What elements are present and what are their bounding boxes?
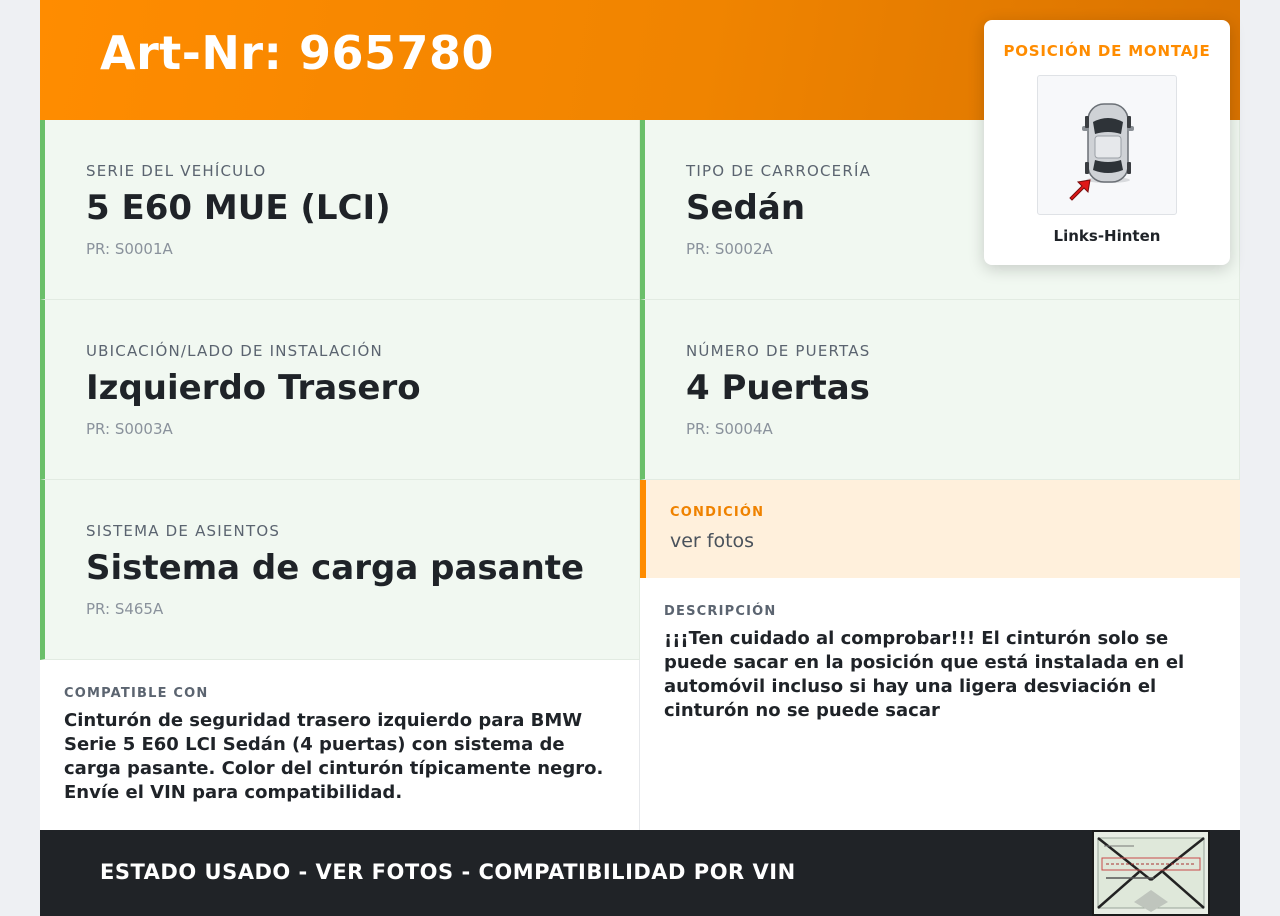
mounting-title: POSICIÓN DE MONTAJE: [1003, 42, 1211, 60]
mounting-position-value: Links-Hinten: [1053, 227, 1161, 245]
spec-label: UBICACIÓN/LADO DE INSTALACIÓN: [86, 342, 383, 360]
spec-label: SISTEMA DE ASIENTOS: [86, 522, 281, 540]
condition-label: CONDICIÓN: [670, 505, 765, 520]
spec-value: Sistema de carga pasante: [86, 548, 585, 588]
spec-value: 4 Puertas: [686, 368, 870, 408]
footer-bar: ESTADO USADO - VER FOTOS - COMPATIBILIDA…: [40, 830, 1240, 916]
spec-install-side: UBICACIÓN/LADO DE INSTALACIÓN Izquierdo …: [40, 300, 640, 480]
spec-pr-code: PR: S0001A: [86, 240, 173, 258]
car-top-view-icon: [1069, 103, 1134, 201]
spec-value: Izquierdo Trasero: [86, 368, 421, 408]
description-label: DESCRIPCIÓN: [664, 604, 777, 619]
compatible-text: Cinturón de seguridad trasero izquierdo …: [64, 710, 604, 803]
spec-pr-code: PR: S0003A: [86, 420, 173, 438]
compatible-label: COMPATIBLE CON: [64, 686, 209, 701]
description-section: DESCRIPCIÓN ¡¡¡Ten cuidado al comprobar!…: [640, 578, 1240, 830]
description-text: ¡¡¡Ten cuidado al comprobar!!! El cintur…: [664, 628, 1185, 721]
compatible-section: COMPATIBLE CON Cinturón de seguridad tra…: [40, 660, 640, 830]
spec-door-count: NÚMERO DE PUERTAS 4 Puertas PR: S0004A: [640, 300, 1240, 480]
spec-value: 5 E60 MUE (LCI): [86, 188, 391, 228]
spec-value: Sedán: [686, 188, 806, 228]
spec-label: NÚMERO DE PUERTAS: [686, 342, 871, 360]
footer-text: ESTADO USADO - VER FOTOS - COMPATIBILIDA…: [100, 860, 796, 884]
spec-label: TIPO DE CARROCERÍA: [686, 162, 872, 180]
article-number-title: Art-Nr: 965780: [100, 26, 495, 80]
car-top-view-image: [1037, 75, 1177, 215]
envelope-stamp-image: [1092, 830, 1210, 916]
spec-pr-code: PR: S465A: [86, 600, 164, 618]
mounting-position-card: POSICIÓN DE MONTAJE Links-Hinten: [984, 20, 1230, 265]
condition-value: ver fotos: [670, 530, 755, 552]
condition-box: CONDICIÓN ver fotos: [640, 480, 1240, 578]
spec-seat-system: SISTEMA DE ASIENTOS Sistema de carga pas…: [40, 480, 640, 660]
spec-pr-code: PR: S0004A: [686, 420, 773, 438]
spec-vehicle-series: SERIE DEL VEHÍCULO 5 E60 MUE (LCI) PR: S…: [40, 120, 640, 300]
spec-pr-code: PR: S0002A: [686, 240, 773, 258]
spec-label: SERIE DEL VEHÍCULO: [86, 162, 267, 180]
envelope-icon: [1094, 832, 1208, 914]
